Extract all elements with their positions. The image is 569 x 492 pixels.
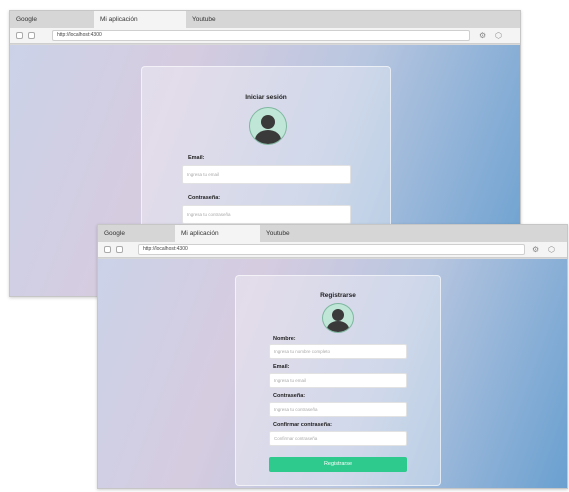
email-field[interactable]: Ingresa tu email [269,373,407,388]
url-input[interactable]: http://localhost:4300 [138,244,525,255]
confirm-password-label: Confirmar contraseña: [273,422,332,428]
tab-mi-aplicacion[interactable]: Mi aplicación [175,225,260,242]
email-label: Email: [188,155,205,161]
password-label: Contraseña: [188,195,221,201]
address-bar: http://localhost:4300 ⚙ ⬡ [10,28,520,44]
email-field[interactable]: Ingresa tu email [182,165,351,184]
password-field[interactable]: Ingresa tu contraseña [182,205,351,224]
tab-bar: Google Mi aplicación Youtube [10,11,520,28]
register-card: Registrarse Nombre: Ingresa tu nombre co… [235,275,441,486]
tab-google[interactable]: Google [10,11,94,28]
url-input[interactable]: http://localhost:4300 [52,30,470,41]
password-field[interactable]: Ingresa tu contraseña [269,402,407,417]
name-label: Nombre: [273,336,296,342]
tab-mi-aplicacion[interactable]: Mi aplicación [94,11,186,28]
settings-icon[interactable]: ⚙ [479,31,486,40]
name-field[interactable]: Ingresa tu nombre completo [269,344,407,359]
extensions-icon[interactable]: ⬡ [495,31,502,40]
extensions-icon[interactable]: ⬡ [548,245,555,254]
register-submit-button[interactable]: Registrarse [269,457,407,472]
password-label: Contraseña: [273,393,306,399]
login-title: Iniciar sesión [245,94,287,101]
address-bar: http://localhost:4300 ⚙ ⬡ [98,242,567,258]
forward-icon[interactable] [116,246,123,253]
page-background: Registrarse Nombre: Ingresa tu nombre co… [98,259,567,488]
tab-youtube[interactable]: Youtube [260,225,345,242]
confirm-password-field[interactable]: Confirmar contraseña [269,431,407,446]
forward-icon[interactable] [28,32,35,39]
user-avatar-icon [249,107,287,145]
register-title: Registrarse [320,292,356,299]
tab-youtube[interactable]: Youtube [186,11,276,28]
back-icon[interactable] [16,32,23,39]
tab-google[interactable]: Google [98,225,175,242]
user-avatar-icon [322,303,354,333]
settings-icon[interactable]: ⚙ [532,245,539,254]
back-icon[interactable] [104,246,111,253]
tab-bar: Google Mi aplicación Youtube [98,225,567,242]
email-label: Email: [273,364,290,370]
register-browser-window: Google Mi aplicación Youtube http://loca… [97,224,568,489]
